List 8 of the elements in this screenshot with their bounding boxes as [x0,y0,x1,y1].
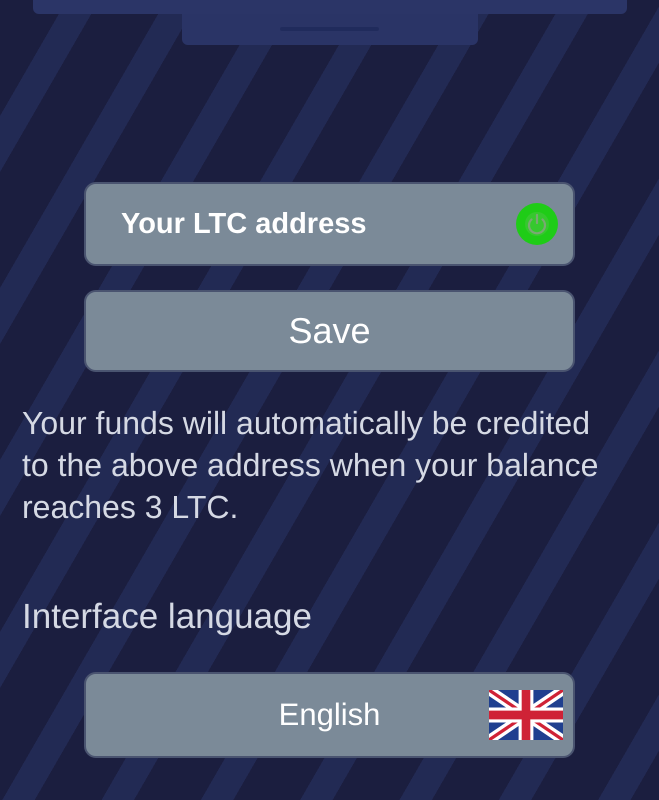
language-select[interactable]: English [84,672,575,758]
save-button[interactable]: Save [84,290,575,372]
address-field[interactable]: Your LTC address [84,182,575,266]
flag-icon [489,690,563,740]
section-heading: Interface language [22,597,312,636]
power-icon [516,203,558,245]
payout-note: Your funds will automatically be credited to the above address when your balance reaches 3 LTC. [22,404,600,527]
pull-tab[interactable] [182,14,478,45]
